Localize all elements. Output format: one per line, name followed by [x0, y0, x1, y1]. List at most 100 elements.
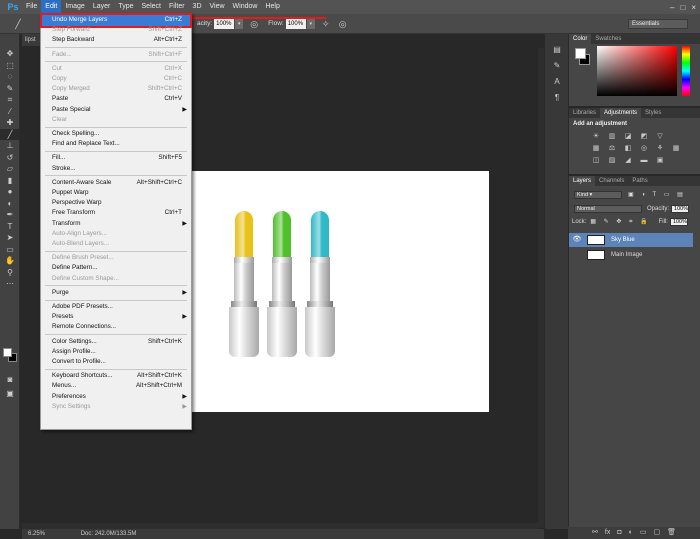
color-picker-field[interactable] — [597, 46, 677, 96]
folder-icon[interactable]: ▭ — [640, 527, 647, 539]
levels-icon[interactable]: ▥ — [607, 132, 617, 141]
more-tools-icon[interactable]: ⋯ — [0, 278, 20, 290]
crop-tool-icon[interactable]: ⌗ — [0, 94, 20, 106]
gradient-tool-icon[interactable]: ▮ — [0, 175, 20, 187]
edit-menu-item-paste-special[interactable]: Paste Special ▶ — [42, 105, 190, 116]
menu-window[interactable]: Window — [229, 0, 262, 14]
blend-mode-select[interactable]: Normal — [574, 204, 642, 213]
opacity-input[interactable]: 100% — [214, 18, 235, 29]
edit-menu-item-puppet-warp[interactable]: Puppet Warp — [42, 188, 190, 199]
edit-menu-item-presets[interactable]: Presets ▶ — [42, 312, 190, 323]
edit-menu-item-check-spelling[interactable]: Check Spelling... — [42, 129, 190, 140]
menu-help[interactable]: Help — [261, 0, 283, 14]
zoom-tool-icon[interactable]: ⚲ — [0, 267, 20, 279]
tab-layers[interactable]: Layers — [569, 176, 596, 186]
photo-filter-icon[interactable]: ◎ — [639, 144, 649, 153]
menu-image[interactable]: Image — [61, 0, 88, 14]
quick-select-tool-icon[interactable]: ✎ — [0, 83, 20, 95]
tab-swatches[interactable]: Swatches — [591, 34, 625, 44]
layer-row[interactable]: Main Image — [569, 248, 693, 262]
pressure-opacity-icon[interactable]: ◎ — [248, 18, 260, 30]
fill-input[interactable]: 100% — [669, 217, 688, 226]
type-tool-icon[interactable]: T — [0, 221, 20, 233]
menu-edit[interactable]: Edit — [41, 0, 62, 14]
layer-row[interactable]: 👁 Sky Blue — [569, 233, 693, 247]
selective-color-icon[interactable]: ▣ — [655, 156, 665, 165]
marquee-tool-icon[interactable]: ⬚ — [0, 60, 20, 72]
edit-menu-item-paste[interactable]: Paste Ctrl+V — [42, 94, 190, 105]
minimize-icon[interactable]: – — [670, 3, 674, 12]
quick-mask-icon[interactable]: ◙ — [0, 374, 20, 386]
eye-hidden-icon[interactable] — [572, 248, 582, 262]
foreground-color-swatch[interactable] — [3, 348, 12, 357]
posterize-icon[interactable]: ▨ — [607, 156, 617, 165]
tab-libraries[interactable]: Libraries — [569, 108, 600, 118]
flow-input[interactable]: 100% — [285, 18, 306, 29]
layer-filter-kind[interactable]: Kind ▾ — [574, 190, 622, 199]
edit-menu-item-keyboard-shortcuts[interactable]: Keyboard Shortcuts... Alt+Shift+Ctrl+K — [42, 371, 190, 382]
tab-paths[interactable]: Paths — [628, 176, 651, 186]
healing-tool-icon[interactable]: ✚ — [0, 117, 20, 129]
lock-icons[interactable]: ▦ ✎ ✥ ⌗ 🔒 — [590, 218, 650, 226]
edit-menu-item-menus[interactable]: Menus... Alt+Shift+Ctrl+M — [42, 381, 190, 392]
paragraph-icon[interactable]: ¶ — [551, 92, 563, 103]
color-panel-fg-swatch[interactable] — [575, 48, 586, 59]
edit-menu-item-step-backward[interactable]: Step Backward Alt+Ctrl+Z — [42, 35, 190, 46]
brightness-icon[interactable]: ☀ — [591, 132, 601, 141]
tab-styles[interactable]: Styles — [641, 108, 665, 118]
character-icon[interactable]: A — [551, 76, 563, 87]
edit-menu-item-define-pattern[interactable]: Define Pattern... — [42, 263, 190, 274]
edit-menu-item-preferences[interactable]: Preferences ▶ — [42, 392, 190, 403]
pen-tool-icon[interactable]: ✒ — [0, 209, 20, 221]
workspace-switcher[interactable]: Essentials — [628, 19, 688, 29]
airbrush-icon[interactable]: ✧ — [320, 18, 332, 30]
edit-menu-item-purge[interactable]: Purge ▶ — [42, 288, 190, 299]
dodge-tool-icon[interactable]: ◐ — [0, 198, 20, 210]
shape-tool-icon[interactable]: ▭ — [0, 244, 20, 256]
layer-filter-icons[interactable]: ▣ ◑ T ▭ ▤ — [628, 191, 686, 198]
hue-saturation-icon[interactable]: ▦ — [591, 144, 601, 153]
edit-menu-item-color-settings[interactable]: Color Settings... Shift+Ctrl+K — [42, 337, 190, 348]
opacity-dropdown-icon[interactable]: ▾ — [235, 18, 244, 29]
edit-menu-item-free-transform[interactable]: Free Transform Ctrl+T — [42, 208, 190, 219]
document-canvas[interactable] — [192, 171, 489, 412]
tab-adjustments[interactable]: Adjustments — [600, 108, 642, 118]
menu-3d[interactable]: 3D — [189, 0, 206, 14]
edit-menu-item-convert-to-profile[interactable]: Convert to Profile... — [42, 357, 190, 368]
invert-icon[interactable]: ◫ — [591, 156, 601, 165]
menu-view[interactable]: View — [206, 0, 229, 14]
link-icon[interactable]: ⚯ — [592, 527, 598, 539]
menu-layer[interactable]: Layer — [89, 0, 115, 14]
move-tool-icon[interactable]: ✥ — [0, 48, 20, 60]
color-lookup-icon[interactable]: ▦ — [671, 144, 681, 153]
brush-tool-icon[interactable]: ╱ — [0, 128, 20, 140]
edit-menu-item-undo-merge-layers[interactable]: Undo Merge Layers Ctrl+Z — [40, 13, 192, 28]
lasso-tool-icon[interactable]: ◌ — [0, 71, 20, 83]
brush-tool-icon[interactable]: ╱ — [12, 18, 24, 30]
edit-menu-item-stroke[interactable]: Stroke... — [42, 164, 190, 175]
new-layer-icon[interactable]: ▢ — [653, 527, 660, 539]
color-balance-icon[interactable]: ⚖ — [607, 144, 617, 153]
adjustment-layer-icon[interactable]: ◐ — [629, 527, 633, 539]
tab-color[interactable]: Color — [569, 34, 592, 44]
trash-icon[interactable]: 🗑 — [667, 527, 676, 539]
edit-menu-item-transform[interactable]: Transform ▶ — [42, 219, 190, 230]
curves-icon[interactable]: ◪ — [623, 132, 633, 141]
hand-tool-icon[interactable]: ✋ — [0, 255, 20, 267]
blur-tool-icon[interactable]: ● — [0, 186, 20, 198]
eraser-tool-icon[interactable]: ▱ — [0, 163, 20, 175]
edit-menu-item-assign-profile[interactable]: Assign Profile... — [42, 347, 190, 358]
eye-icon[interactable]: 👁 — [572, 233, 582, 247]
brush-presets-icon[interactable]: ✎ — [551, 60, 563, 71]
history-icon[interactable]: ▤ — [551, 44, 563, 55]
layer-opacity-input[interactable]: 100% — [671, 204, 690, 213]
clone-stamp-tool-icon[interactable]: ⊥ — [0, 140, 20, 152]
path-select-tool-icon[interactable]: ➤ — [0, 232, 20, 244]
edit-menu-item-content-aware-scale[interactable]: Content-Aware Scale Alt+Shift+Ctrl+C — [42, 178, 190, 189]
edit-menu-item-fill[interactable]: Fill... Shift+F5 — [42, 153, 190, 164]
hue-slider[interactable] — [682, 46, 690, 96]
gradient-map-icon[interactable]: ▬ — [639, 156, 649, 165]
exposure-icon[interactable]: ◩ — [639, 132, 649, 141]
screen-mode-icon[interactable]: ▣ — [0, 388, 20, 400]
vibrance-icon[interactable]: ▽ — [655, 132, 665, 141]
